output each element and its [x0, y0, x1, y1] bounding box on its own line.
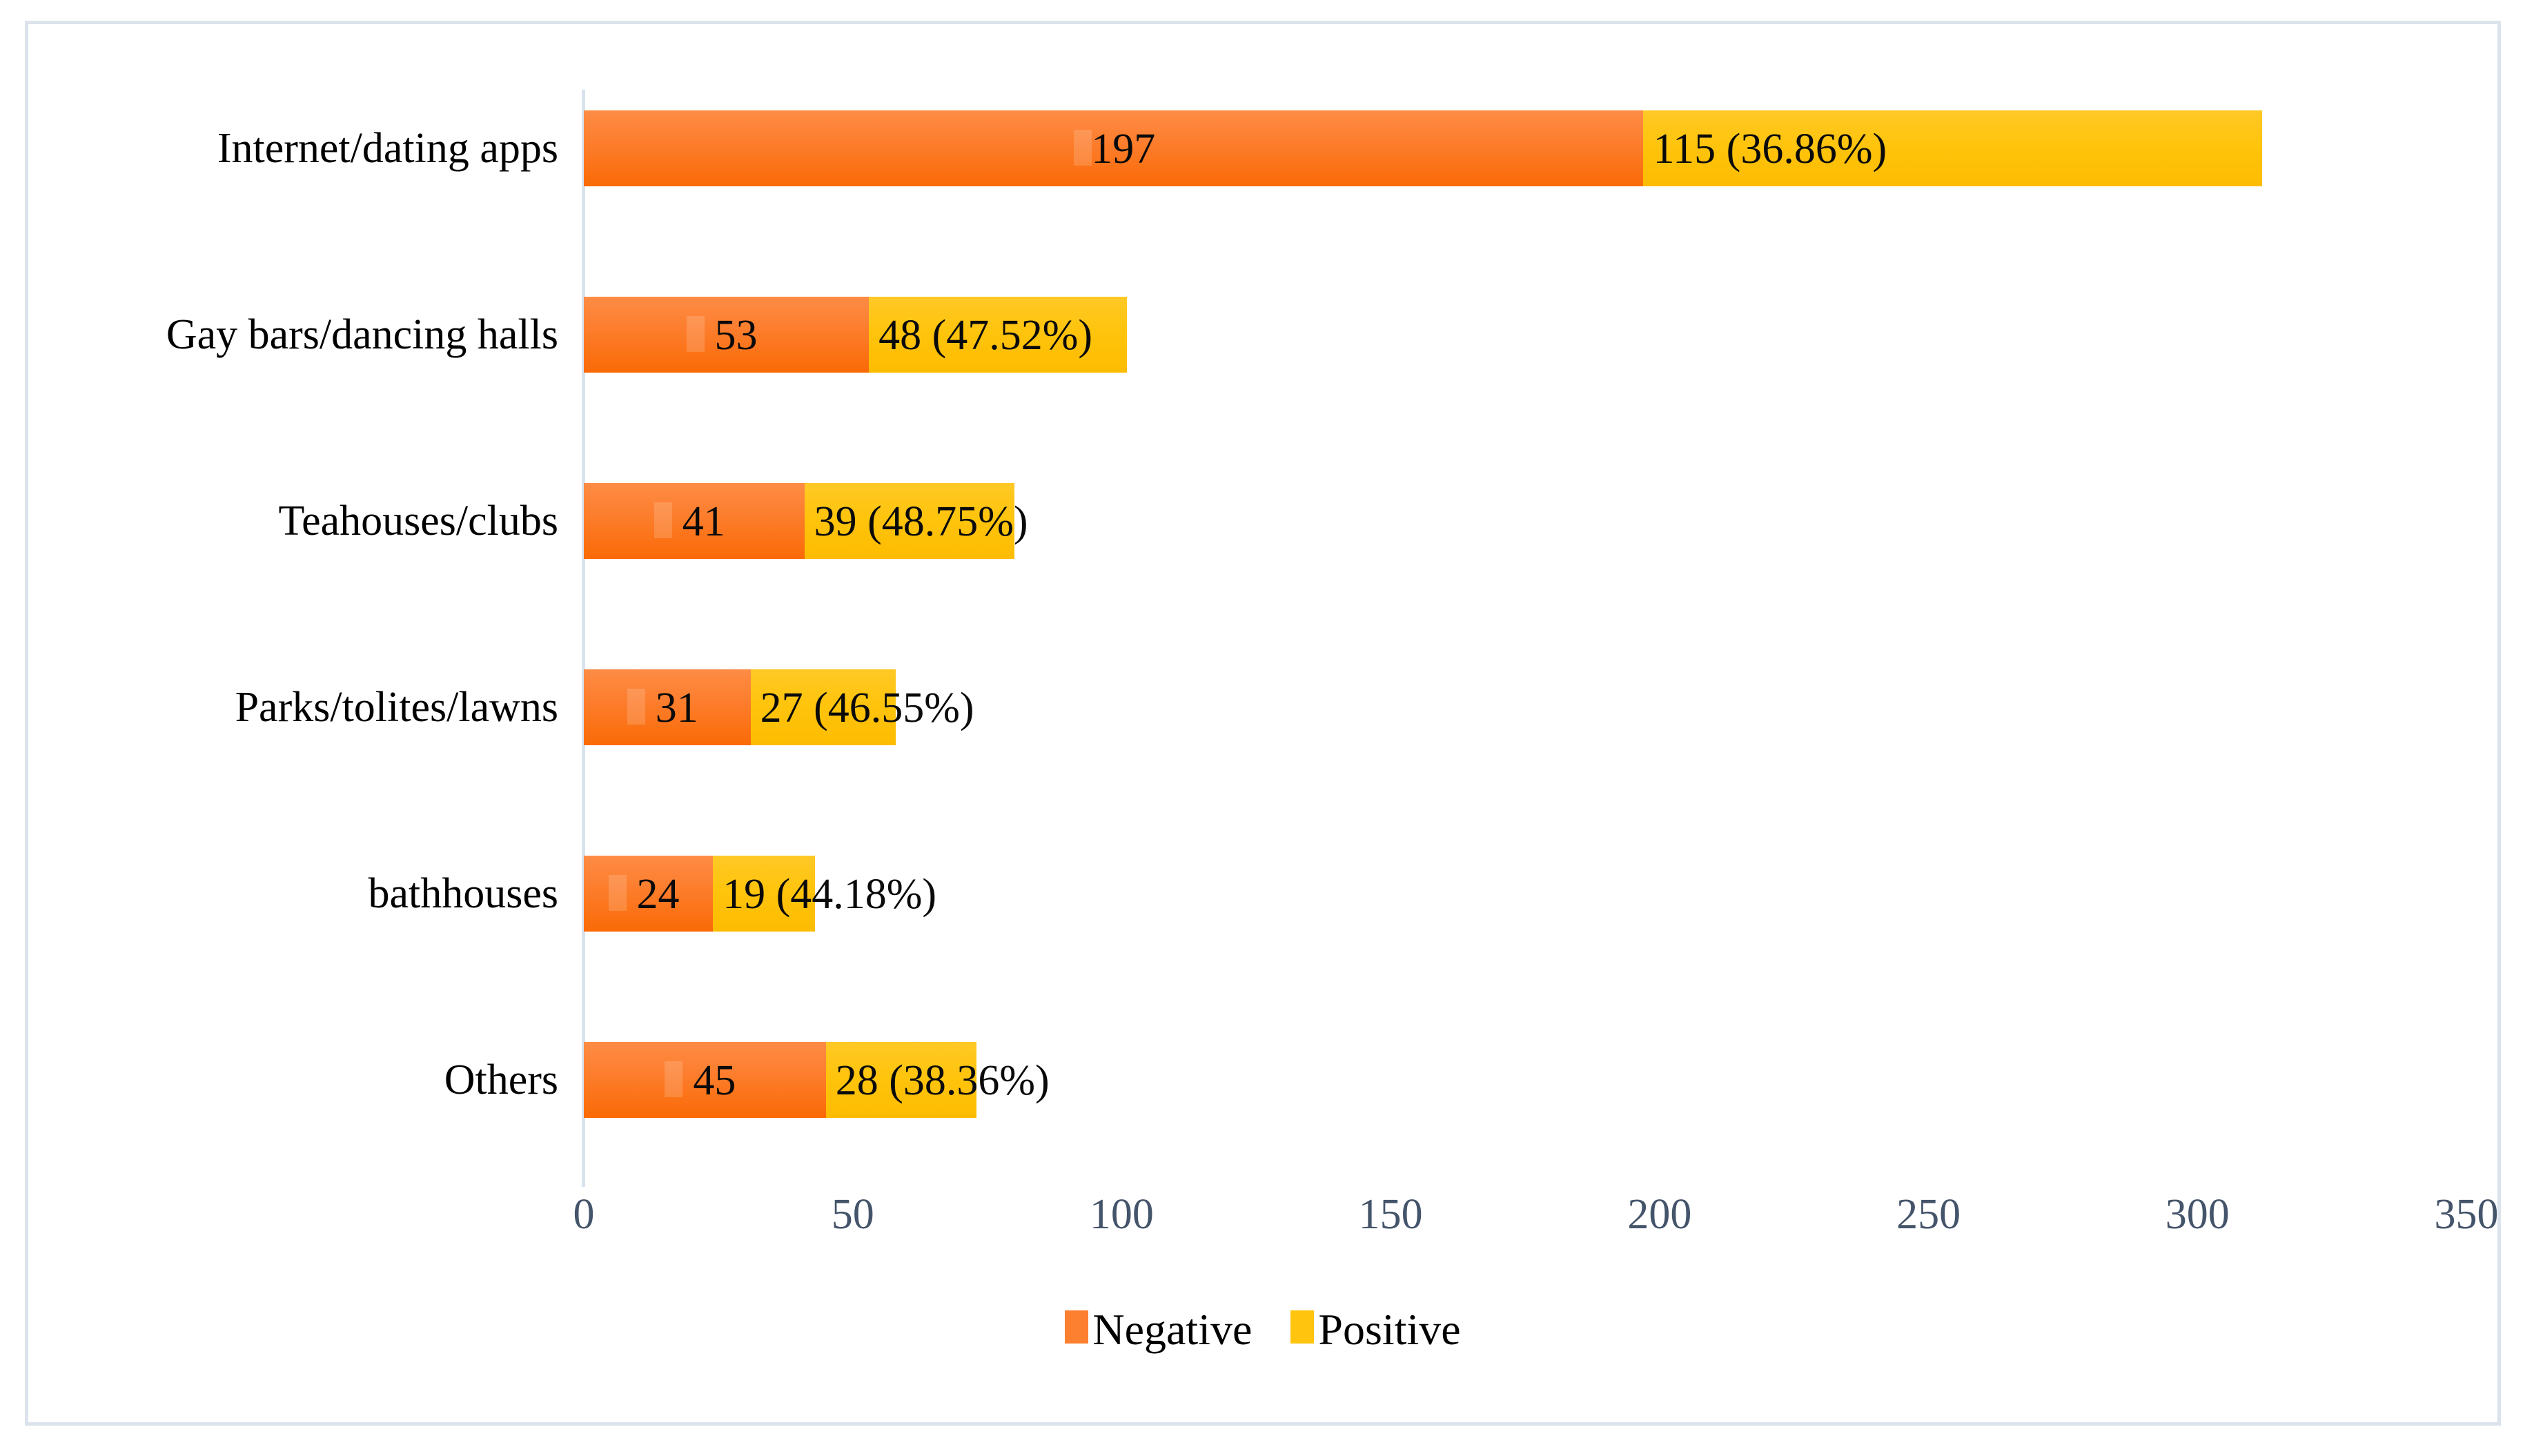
bar-row: Parks/tolites/lawns 31 27 (46.55%): [28, 669, 2497, 745]
chart-legend: Negative Positive: [28, 1304, 2497, 1355]
x-axis-tick-label: 200: [1627, 1191, 1692, 1238]
category-label: Others: [444, 1056, 558, 1103]
x-axis-tick-label: 150: [1358, 1191, 1423, 1238]
bar-value-label-positive: 19 (44.18%): [723, 871, 937, 918]
legend-label: Positive: [1318, 1305, 1461, 1354]
legend-item[interactable]: Negative: [1065, 1304, 1252, 1355]
bar-marker-artifact-icon: [627, 689, 645, 725]
bar-value-label-negative: 41: [682, 498, 725, 545]
x-axis-tick-label: 250: [1896, 1191, 1961, 1238]
category-label: Internet/dating apps: [217, 125, 558, 172]
x-axis-tick-label: 0: [573, 1191, 595, 1238]
stacked-bar[interactable]: 197 115 (36.86%): [584, 110, 2262, 186]
bar-value-label-positive: 48 (47.52%): [878, 312, 1093, 359]
bar-value-label-negative: 45: [693, 1057, 736, 1104]
stacked-bar[interactable]: 41 39 (48.75%): [584, 483, 1028, 559]
x-axis-tick-label: 100: [1089, 1191, 1154, 1238]
bar-row: Others 45 28 (38.36%): [28, 1042, 2497, 1118]
bar-value-label-positive: 39 (48.75%): [814, 498, 1028, 545]
bar-value-label-positive: 27 (46.55%): [760, 685, 974, 731]
bar-value-label-negative: 24: [636, 871, 680, 918]
bar-marker-artifact-icon: [654, 502, 672, 538]
stacked-bar[interactable]: 31 27 (46.55%): [584, 669, 974, 745]
x-axis-tick-label: 300: [2165, 1191, 2230, 1238]
bar-value-label-positive: 115 (36.86%): [1653, 126, 1887, 173]
stacked-bar[interactable]: 53 48 (47.52%): [584, 297, 1128, 373]
bar-row: Gay bars/dancing halls 53 48 (47.52%): [28, 297, 2497, 373]
bar-value-label-negative: 197: [1091, 126, 1156, 173]
x-axis-tick-label: 350: [2434, 1191, 2499, 1238]
bar-row: Teahouses/clubs 41 39 (48.75%): [28, 483, 2497, 559]
figure-frame: Internet/dating apps 197 115 (36.86%) Gay b…: [25, 21, 2501, 1426]
bar-row: bathhouses 24 19 (44.18%): [28, 856, 2497, 932]
bar-marker-artifact-icon: [686, 316, 705, 352]
bar-value-label-positive: 28 (38.36%): [835, 1057, 1050, 1104]
value-axis-line: [582, 90, 585, 1187]
stacked-bar[interactable]: 45 28 (38.36%): [584, 1042, 1050, 1118]
bar-marker-artifact-icon: [665, 1061, 683, 1097]
bar-row: Internet/dating apps 197 115 (36.86%): [28, 110, 2497, 186]
category-label: Teahouses/clubs: [278, 498, 558, 544]
legend-swatch-icon: [1065, 1310, 1089, 1344]
category-label: bathhouses: [368, 870, 558, 917]
bar-value-label-negative: 53: [714, 312, 758, 359]
bar-value-label-negative: 31: [655, 685, 698, 731]
category-label: Gay bars/dancing halls: [166, 311, 558, 358]
stacked-bar[interactable]: 24 19 (44.18%): [584, 856, 936, 932]
x-axis-tick-label: 50: [831, 1191, 874, 1238]
legend-swatch-icon: [1290, 1310, 1315, 1344]
legend-item[interactable]: Positive: [1290, 1304, 1461, 1355]
x-axis: 0 50 100 150 200 250 300 350: [28, 1190, 2499, 1266]
bar-marker-artifact-icon: [608, 875, 627, 911]
plot-area: Internet/dating apps 197 115 (36.86%) Gay b…: [28, 24, 2499, 1422]
bar-marker-artifact-icon: [1073, 130, 1092, 166]
category-label: Parks/tolites/lawns: [235, 684, 558, 731]
legend-label: Negative: [1092, 1305, 1253, 1354]
